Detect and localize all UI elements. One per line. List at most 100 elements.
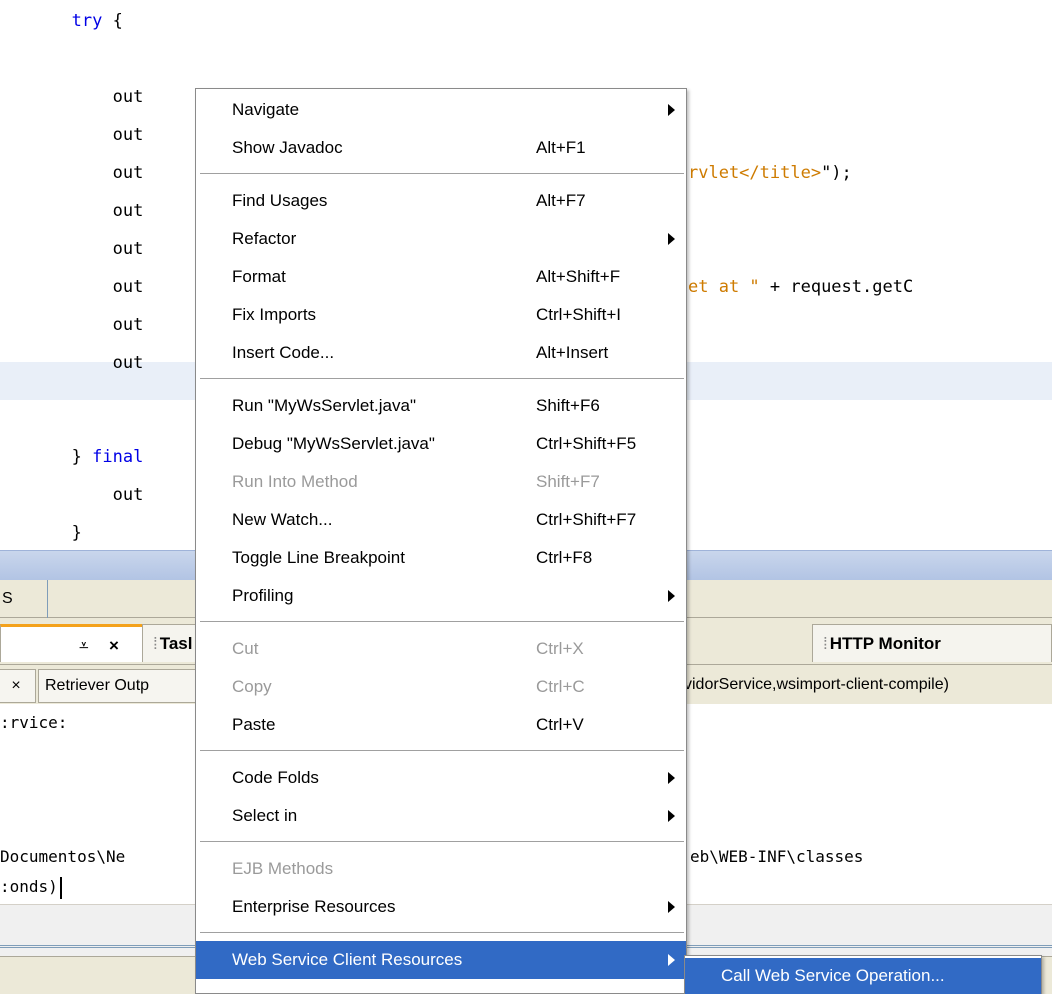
menu-item-refactor[interactable]: Refactor [196, 220, 686, 258]
submenu-arrow-icon [668, 901, 675, 913]
menu-item-label: Run Into Method [232, 472, 358, 491]
menu-item-label: New Watch... [232, 510, 333, 529]
submenu-arrow-icon [668, 810, 675, 822]
menu-item-paste[interactable]: Paste Ctrl+V [196, 706, 686, 744]
close-icon[interactable]: × [109, 627, 119, 665]
menu-item-shortcut: Ctrl+Shift+I [536, 305, 622, 324]
output-line-last: :onds) [0, 872, 62, 902]
code-token: try [71, 11, 103, 31]
menu-item-code-folds[interactable]: Code Folds [196, 759, 686, 797]
menu-item-navigate[interactable]: Navigate [196, 91, 686, 129]
code-token: out [112, 239, 144, 259]
tab-http-monitor[interactable]: ⁞ HTTP Monitor [812, 624, 1052, 662]
code-token: + request.getC [759, 277, 914, 297]
editor-context-menu: Navigate Show Javadoc Alt+F1 Find Usages Alt… [195, 88, 687, 994]
menu-item-label: Copy [232, 677, 272, 696]
code-line: out [0, 476, 144, 514]
menu-item-format[interactable]: Format Alt+Shift+F [196, 258, 686, 296]
menu-separator [200, 621, 684, 623]
code-token: final [92, 447, 144, 467]
menu-item-label: Code Folds [232, 768, 319, 787]
code-line: out [0, 268, 144, 306]
text-caret [59, 876, 62, 899]
menu-item-shortcut: Alt+Insert [536, 343, 609, 362]
menu-item-label: Toggle Line Breakpoint [232, 548, 405, 567]
menu-item-shortcut: Ctrl+Shift+F5 [536, 434, 637, 453]
close-icon[interactable]: × [11, 677, 20, 694]
menu-item-new-watch[interactable]: New Watch... Ctrl+Shift+F7 [196, 501, 686, 539]
menu-separator [200, 841, 684, 843]
menu-item-run-mywsservlet-java[interactable]: Run "MyWsServlet.java" Shift+F6 [196, 387, 686, 425]
subtab-close-button[interactable]: × [0, 669, 36, 703]
menu-item-label: Select in [232, 806, 298, 825]
menu-item-show-javadoc[interactable]: Show Javadoc Alt+F1 [196, 129, 686, 167]
menu-item-cut: Cut Ctrl+X [196, 630, 686, 668]
tab-tasks-label: Tasl [159, 634, 193, 653]
submenu-arrow-icon [668, 772, 675, 784]
output-line-text: :onds) [0, 877, 58, 896]
menu-item-fix-imports[interactable]: Fix Imports Ctrl+Shift+I [196, 296, 686, 334]
tab-service-output[interactable]: vidorService,wsimport-client-compile) [684, 669, 1052, 703]
menu-item-label: Profiling [232, 586, 294, 605]
menu-item-select-in[interactable]: Select in [196, 797, 686, 835]
submenu-arrow-icon [668, 954, 675, 966]
menu-item-shortcut: Ctrl+F8 [536, 548, 593, 567]
menu-item-label: Paste [232, 715, 276, 734]
code-token: } [71, 523, 82, 543]
menu-item-label: Show Javadoc [232, 138, 343, 157]
code-token: out [112, 315, 144, 335]
code-line: out [0, 306, 144, 344]
code-fragment: rvlet</title>"); [688, 154, 852, 192]
code-token: out [112, 87, 144, 107]
code-line: out [0, 192, 144, 230]
menu-item-insert-code[interactable]: Insert Code... Alt+Insert [196, 334, 686, 372]
menu-item-shortcut: Ctrl+C [536, 677, 585, 696]
menu-item-shortcut: Ctrl+X [536, 639, 584, 658]
tab-output[interactable]: ⩡ × [0, 624, 150, 662]
code-token: out [112, 277, 144, 297]
output-line: eb\WEB-INF\classes [690, 847, 864, 866]
code-line: out [0, 78, 144, 116]
code-line: out [0, 344, 144, 382]
code-line: out [0, 116, 144, 154]
strip-tab[interactable]: S [0, 580, 48, 618]
tab-retriever-output[interactable]: Retriever Outp [38, 669, 198, 703]
menu-item-web-service-client-resources[interactable]: Web Service Client Resources [196, 941, 686, 979]
code-token: { [102, 11, 123, 31]
menu-item-shortcut: Shift+F7 [536, 472, 600, 491]
menu-item-ejb-methods: EJB Methods [196, 850, 686, 888]
grip-icon: ⁞ [153, 634, 158, 653]
code-token: et at " [688, 277, 760, 297]
menu-item-shortcut: Ctrl+V [536, 715, 584, 734]
menu-item-call-web-service-operation[interactable]: Call Web Service Operation... [685, 958, 1041, 994]
menu-item-label: Cut [232, 639, 259, 658]
menu-item-label: Debug "MyWsServlet.java" [232, 434, 435, 453]
menu-item-label: Insert Code... [232, 343, 335, 362]
menu-item-profiling[interactable]: Profiling [196, 577, 686, 615]
web-service-submenu: Call Web Service Operation... [684, 955, 1042, 994]
menu-item-label: Navigate [232, 100, 300, 119]
menu-item-enterprise-resources[interactable]: Enterprise Resources [196, 888, 686, 926]
code-token: } [71, 447, 93, 467]
tab-http-monitor-label: HTTP Monitor [829, 634, 941, 653]
submenu-arrow-icon [668, 233, 675, 245]
output-line: Documentos\Ne [0, 847, 126, 866]
code-token: out [112, 163, 144, 183]
menu-item-toggle-line-breakpoint[interactable]: Toggle Line Breakpoint Ctrl+F8 [196, 539, 686, 577]
output-line: :rvice: [0, 713, 68, 732]
tab-menu-icon[interactable]: ⩡ [79, 627, 89, 665]
menu-separator [200, 173, 684, 175]
menu-item-find-usages[interactable]: Find Usages Alt+F7 [196, 182, 686, 220]
code-token: "); [821, 163, 852, 183]
menu-item-debug-mywsservlet-java[interactable]: Debug "MyWsServlet.java" Ctrl+Shift+F5 [196, 425, 686, 463]
tab-tasks[interactable]: ⁞ Tasl [142, 624, 202, 662]
